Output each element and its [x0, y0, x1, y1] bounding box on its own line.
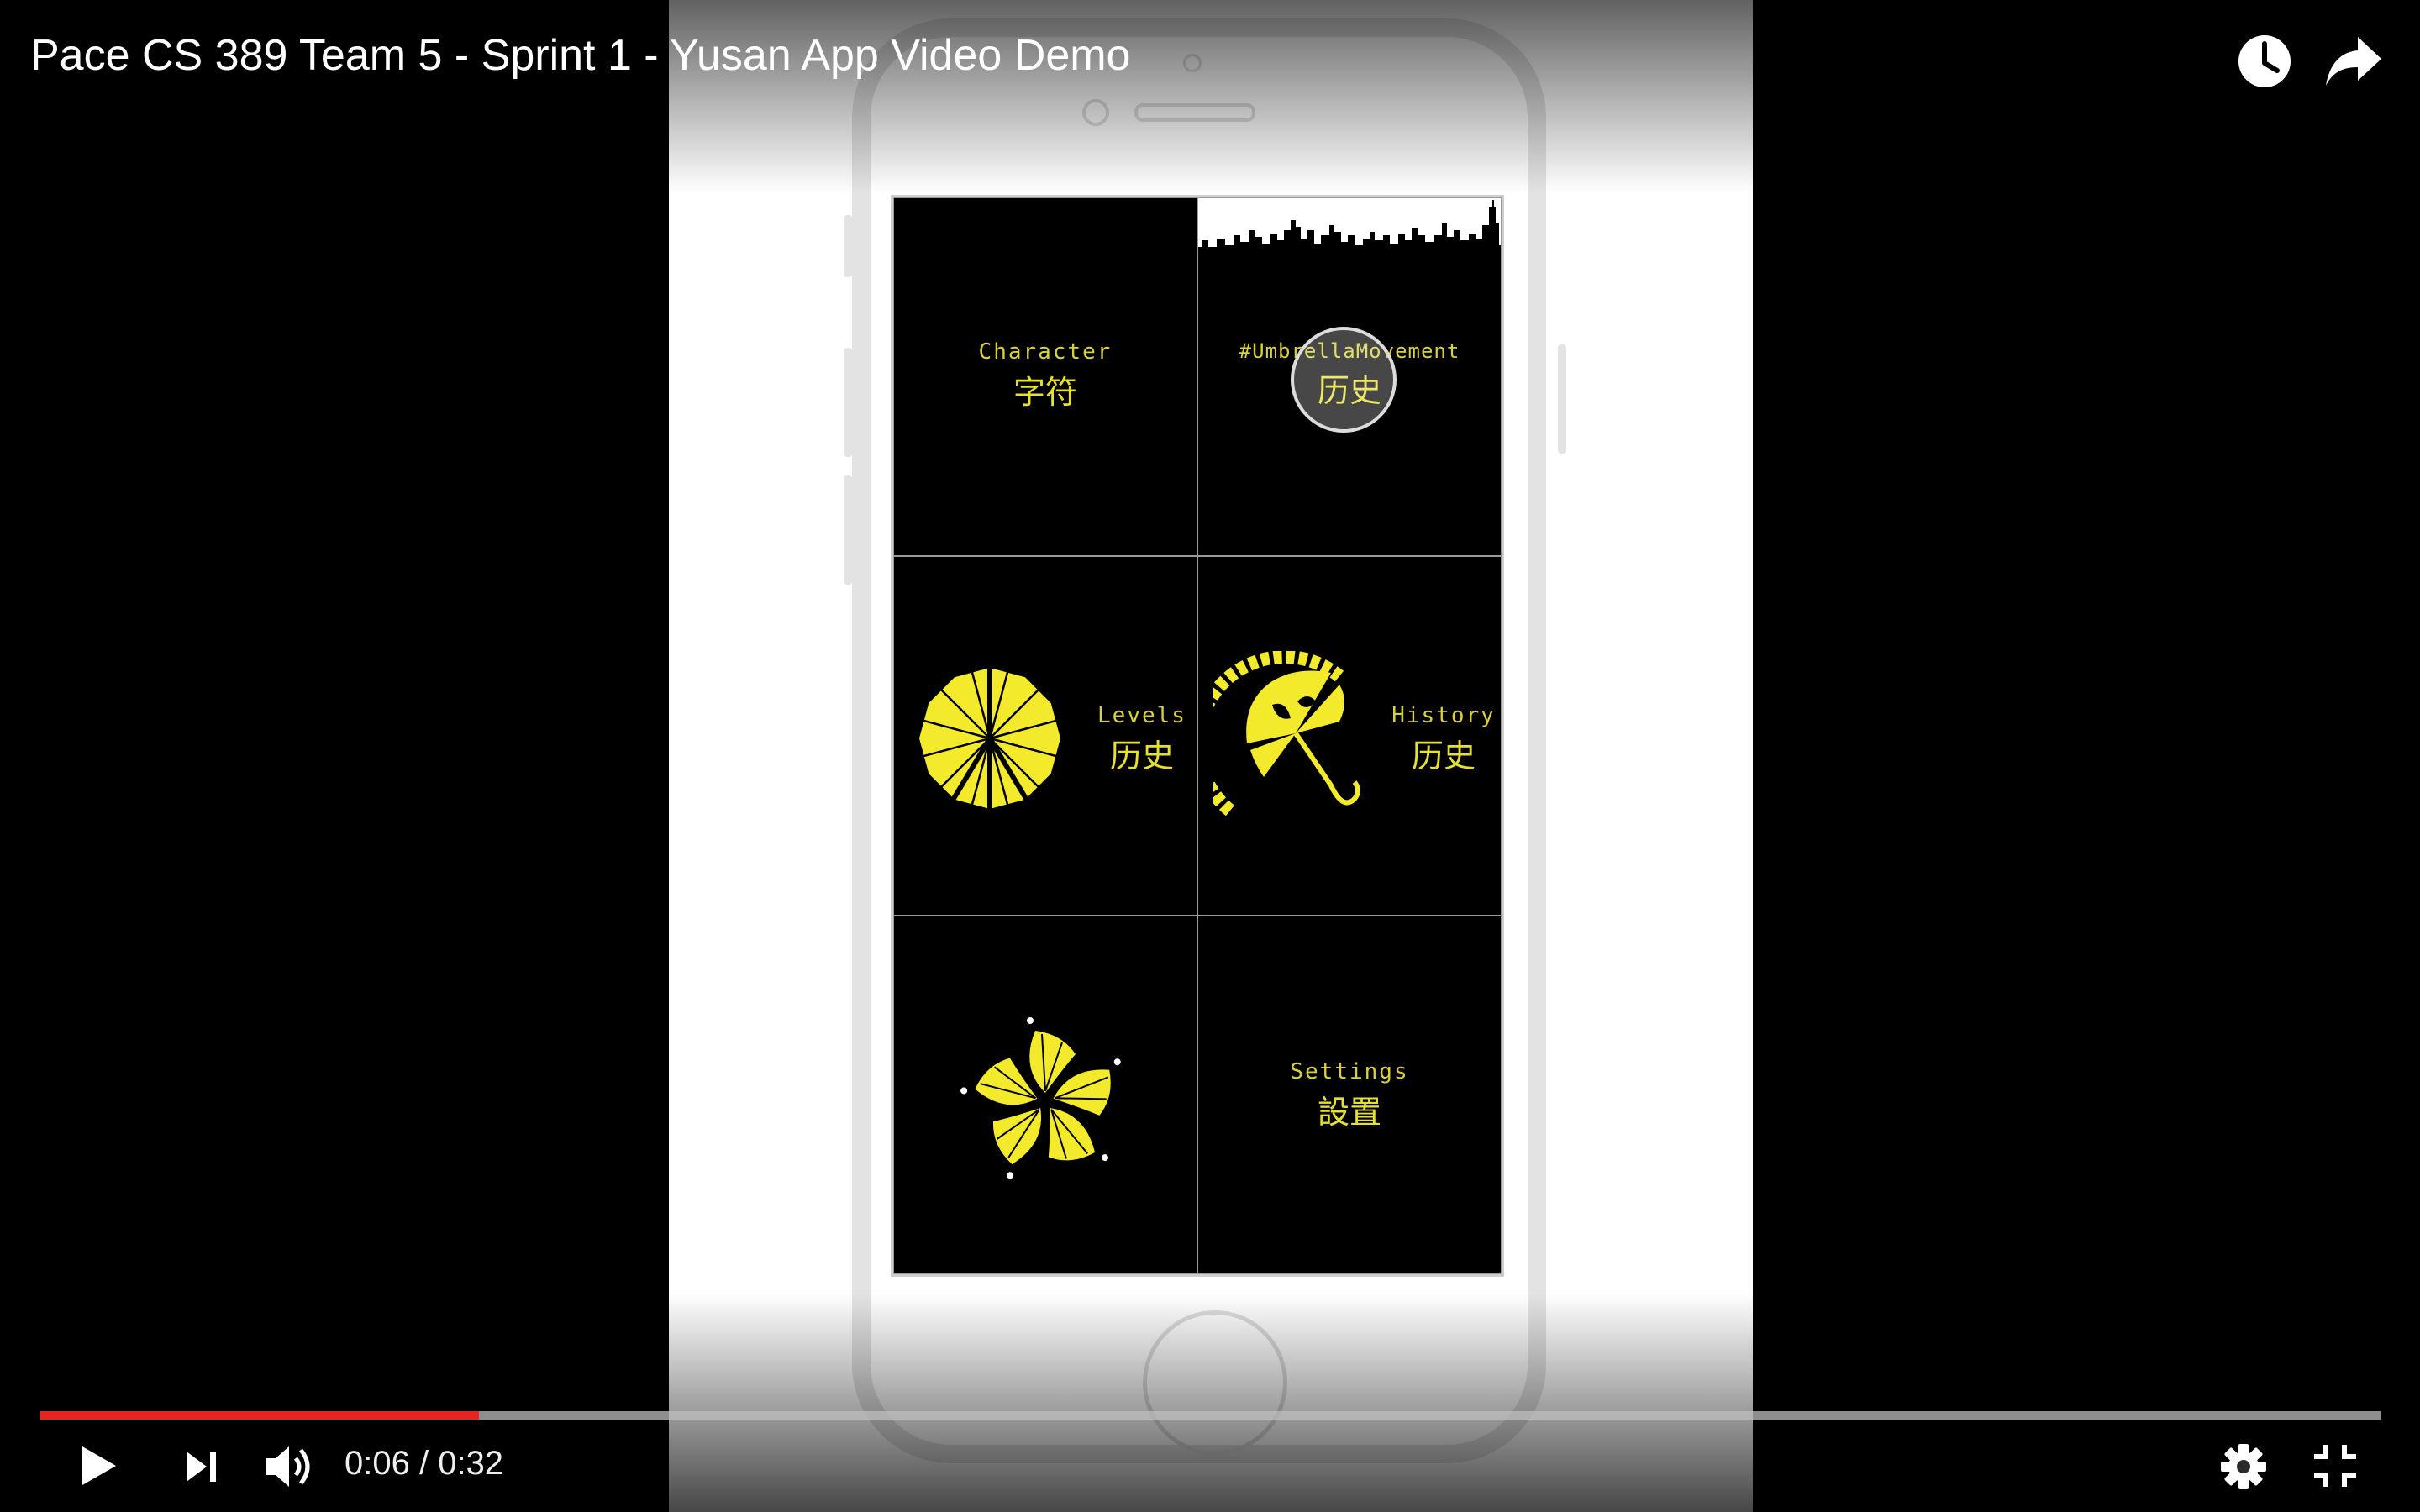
video-title[interactable]: Pace CS 389 Team 5 - Sprint 1 - Yusan Ap… — [30, 30, 1130, 81]
touch-indicator — [1291, 327, 1397, 433]
settings-label-zh: 設置 — [1317, 1093, 1381, 1131]
history-label-en: History — [1392, 703, 1496, 729]
umbrella-emblem-icon — [1213, 651, 1360, 816]
time-separator: / — [409, 1445, 439, 1482]
video-player[interactable]: Character 字符 #UmbrellaMovement 历史 Levels… — [0, 0, 2420, 1512]
time-display: 0:06 / 0:32 — [345, 1445, 503, 1483]
tile-bauhinia[interactable] — [893, 915, 1197, 1274]
tile-settings[interactable]: Settings 設置 — [1197, 915, 1502, 1274]
phone-volume-up — [844, 348, 852, 457]
current-time: 0:06 — [345, 1445, 410, 1482]
tile-history[interactable]: History 历史 — [1197, 556, 1502, 916]
progress-played — [40, 1411, 480, 1420]
phone-volume-down — [844, 475, 852, 585]
character-label-en: Character — [978, 339, 1113, 365]
app-screen: Character 字符 #UmbrellaMovement 历史 Levels… — [891, 195, 1504, 1277]
tile-levels[interactable]: Levels 历史 — [893, 556, 1197, 916]
history-label: History 历史 — [1383, 703, 1501, 776]
character-label: Character 字符 — [894, 339, 1197, 412]
bauhinia-umbrella-icon — [960, 1016, 1121, 1179]
duration: 0:32 — [438, 1445, 504, 1482]
history-label-zh: 历史 — [1411, 738, 1476, 775]
phone-sensor — [1082, 99, 1109, 126]
volume-icon[interactable] — [264, 1443, 318, 1490]
clock-icon[interactable] — [2235, 32, 2294, 91]
video-frame: Character 字符 #UmbrellaMovement 历史 Levels… — [669, 0, 1753, 1512]
play-icon[interactable] — [81, 1445, 118, 1487]
levels-label-en: Levels — [1097, 703, 1186, 729]
phone-speaker — [1134, 103, 1255, 122]
settings-label: Settings 設置 — [1198, 1059, 1501, 1132]
phone-home-button — [1143, 1310, 1287, 1455]
phone-mute-switch — [844, 215, 852, 277]
phone-camera — [1183, 54, 1202, 72]
exit-fullscreen-icon[interactable] — [2312, 1443, 2358, 1488]
progress-bar[interactable] — [40, 1411, 2381, 1420]
tile-character[interactable]: Character 字符 — [893, 197, 1197, 557]
peace-umbrella-icon — [919, 668, 1060, 811]
tile-umbrella-movement[interactable]: #UmbrellaMovement 历史 — [1197, 197, 1502, 557]
character-label-zh: 字符 — [1013, 374, 1077, 411]
next-icon[interactable] — [185, 1450, 218, 1483]
levels-label: Levels 历史 — [1087, 703, 1197, 776]
share-arrow-icon[interactable] — [2324, 34, 2383, 89]
levels-label-zh: 历史 — [1109, 738, 1174, 775]
phone-power-button — [1558, 344, 1566, 454]
skyline-image — [1198, 198, 1501, 291]
gear-icon[interactable] — [2220, 1443, 2267, 1490]
settings-label-en: Settings — [1290, 1058, 1409, 1084]
